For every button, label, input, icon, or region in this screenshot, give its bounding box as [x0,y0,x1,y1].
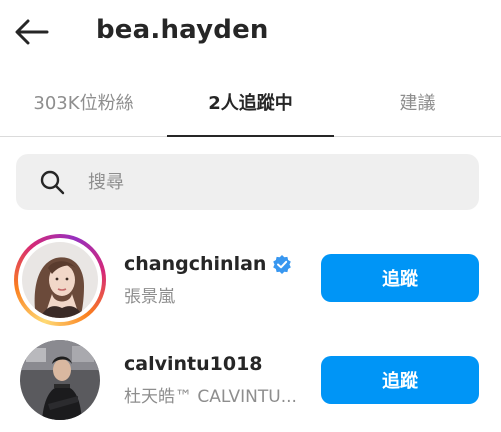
search-icon [38,168,66,196]
search-bar[interactable] [16,154,479,210]
avatar [22,242,98,318]
arrow-left-icon [15,19,49,45]
list-item[interactable]: calvintu1018 杜天皓™ CALVINTU... 追蹤 [0,334,501,432]
top-bar: bea.hayden [0,0,501,62]
tab-bar: 303K位粉絲 2人追蹤中 建議 [0,72,501,137]
username: calvintu1018 [124,353,263,375]
full-name: 張景嵐 [124,287,175,307]
tab-following[interactable]: 2人追蹤中 [167,72,334,137]
follow-button[interactable]: 追蹤 [321,254,479,302]
user-info: calvintu1018 杜天皓™ CALVINTU... [124,350,297,407]
username: changchinlan [124,253,267,275]
list-item[interactable]: changchinlan 張景嵐 追蹤 [0,230,501,328]
follow-button[interactable]: 追蹤 [321,356,479,404]
verified-badge-icon [272,254,292,274]
search-input[interactable] [86,170,450,194]
avatar[interactable] [20,340,100,420]
back-button[interactable] [12,12,52,52]
page-title: bea.hayden [96,15,269,45]
tab-suggested[interactable]: 建議 [334,72,501,136]
user-info: changchinlan 張景嵐 [124,250,292,307]
story-ring[interactable] [14,234,106,326]
tab-followers[interactable]: 303K位粉絲 [0,72,167,136]
full-name: 杜天皓™ CALVINTU... [124,387,297,407]
